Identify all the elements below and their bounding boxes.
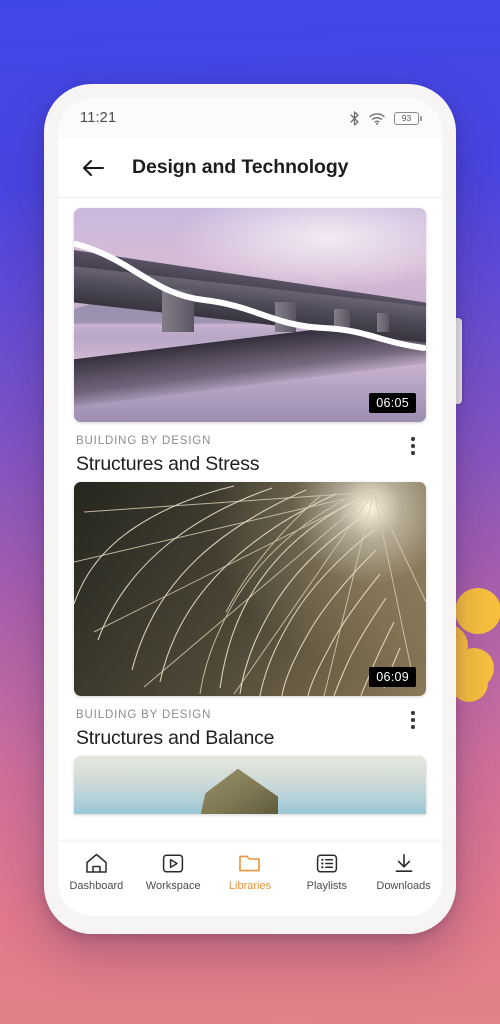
nav-item-workspace[interactable]: Workspace: [135, 853, 212, 892]
video-list[interactable]: 06:05 BUILDING BY DESIGN Structures and …: [58, 198, 442, 842]
decorative-dot: [455, 588, 500, 634]
more-vertical-icon[interactable]: [402, 706, 424, 734]
nav-label: Downloads: [376, 880, 431, 892]
back-button[interactable]: [76, 151, 110, 185]
video-series-label: BUILDING BY DESIGN: [76, 709, 212, 721]
status-icons: 93: [349, 110, 422, 126]
back-arrow-icon: [83, 159, 104, 176]
list-item[interactable]: 06:09 BUILDING BY DESIGN Structures and …: [74, 482, 426, 754]
video-thumbnail[interactable]: 06:05: [74, 208, 426, 422]
list-item[interactable]: [74, 756, 426, 814]
video-duration: 06:09: [369, 667, 416, 687]
nav-item-downloads[interactable]: Downloads: [365, 853, 442, 892]
bluetooth-icon: [350, 110, 359, 126]
nav-item-libraries[interactable]: Libraries: [212, 853, 289, 892]
status-bar: 11:21 93: [58, 98, 442, 138]
wifi-icon: [369, 112, 385, 125]
battery-percent: 93: [401, 112, 412, 123]
nav-item-dashboard[interactable]: Dashboard: [58, 853, 135, 892]
video-title: Structures and Balance: [76, 727, 275, 749]
spider-web-artwork: [74, 482, 426, 696]
squiggle-overlay-icon: [74, 241, 426, 351]
cliff-artwork: [74, 756, 426, 814]
page-title: Design and Technology: [132, 156, 349, 178]
bridge-artwork: [74, 208, 426, 422]
list-icon: [316, 854, 337, 873]
nav-label: Workspace: [145, 880, 201, 892]
home-icon: [86, 853, 107, 873]
nav-label: Dashboard: [69, 880, 124, 892]
phone-screen: 11:21 93 Design and Technology 06:05 BUI…: [58, 98, 442, 916]
app-bar: Design and Technology: [58, 138, 442, 198]
video-thumbnail[interactable]: 06:09: [74, 482, 426, 696]
video-duration: 06:05: [369, 393, 416, 413]
more-vertical-icon[interactable]: [402, 432, 424, 460]
video-meta: BUILDING BY DESIGN Structures and Stress: [74, 422, 426, 480]
power-button[interactable]: [455, 318, 462, 404]
video-thumbnail[interactable]: [74, 756, 426, 814]
video-series-label: BUILDING BY DESIGN: [76, 435, 212, 447]
list-item[interactable]: 06:05 BUILDING BY DESIGN Structures and …: [74, 208, 426, 480]
nav-item-playlists[interactable]: Playlists: [288, 853, 365, 892]
download-icon: [395, 854, 412, 872]
video-meta: BUILDING BY DESIGN Structures and Balanc…: [74, 696, 426, 754]
battery-icon: 93: [394, 111, 422, 125]
bottom-navigation: Dashboard Workspace Libraries Playlists …: [58, 842, 442, 916]
folder-icon: [239, 855, 261, 872]
play-box-icon: [163, 854, 184, 873]
video-title: Structures and Stress: [76, 453, 260, 475]
web-strands-icon: [74, 485, 426, 696]
nav-label: Libraries: [228, 880, 272, 892]
status-time: 11:21: [80, 110, 117, 126]
nav-label: Playlists: [306, 880, 347, 892]
